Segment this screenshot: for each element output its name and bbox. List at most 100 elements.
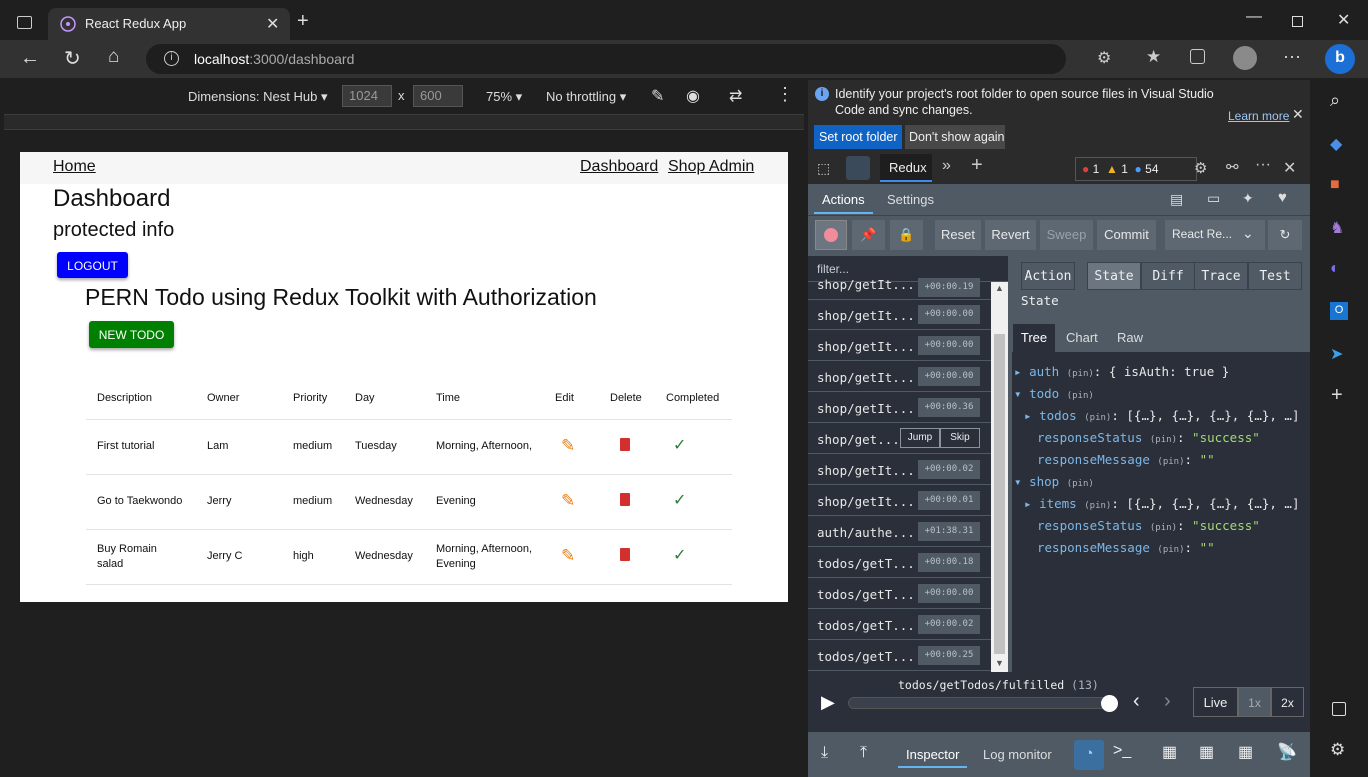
close-window-icon[interactable]: ✕ [1337, 10, 1350, 30]
add-tool-icon[interactable]: + [971, 154, 983, 177]
shopping-icon[interactable]: ◆ [1330, 134, 1342, 154]
action-row[interactable]: shop/get... Jump Skip [808, 424, 991, 454]
more-icon[interactable]: ··· [1283, 46, 1301, 67]
nav-shop-admin-link[interactable]: Shop Admin [668, 158, 754, 176]
edit-pencil-icon[interactable]: ✎ [555, 491, 575, 510]
action-list-scrollbar[interactable]: ▲ ▼ [991, 282, 1008, 672]
minimize-icon[interactable]: — [1246, 8, 1262, 26]
tree-node-todo[interactable]: ▾ todo (pin) [1014, 386, 1310, 408]
import-icon[interactable]: ⤓ [821, 744, 828, 762]
tree-node-shop-message[interactable]: responseMessage (pin): "" [1014, 540, 1310, 562]
grid-bottom-icon[interactable]: ▦ [1238, 742, 1253, 762]
tab-settings[interactable]: Settings [887, 192, 934, 207]
nav-home-link[interactable]: Home [53, 158, 96, 176]
commit-button[interactable]: Commit [1097, 220, 1156, 250]
action-row[interactable]: shop/getIt... +00:00.36 [808, 393, 991, 423]
expand-arrow-icon[interactable]: ▸ [1014, 364, 1022, 379]
site-info-icon[interactable]: i [164, 51, 179, 66]
expand-arrow-icon[interactable]: ▸ [1024, 408, 1032, 423]
tab-chart[interactable]: Chart [1066, 330, 1098, 345]
action-row[interactable]: shop/getIt... +00:00.00 [808, 300, 991, 330]
tab-actions[interactable]: Actions [814, 184, 873, 214]
speed-live-button[interactable]: Live [1193, 687, 1238, 717]
reset-button[interactable]: Reset [935, 220, 981, 250]
time-slider[interactable] [848, 697, 1113, 709]
zoom-select[interactable]: 75% ▾ [486, 89, 522, 105]
view-tab-diff[interactable]: Diff [1141, 262, 1195, 290]
dont-show-again-button[interactable]: Don't show again [905, 125, 1005, 149]
tab-inspector[interactable]: Inspector [898, 734, 968, 768]
skip-button[interactable]: Skip [940, 428, 980, 448]
lock-button[interactable]: 🔒 [890, 220, 923, 250]
tree-node-todos[interactable]: ▸ todos (pin): [{…}, {…}, {…}, {…}, …] [1014, 408, 1310, 430]
completed-check-icon[interactable]: ✓ [666, 437, 686, 454]
media-query-ruler[interactable] [4, 114, 804, 130]
action-row[interactable]: shop/getIt... +00:00.01 [808, 486, 991, 516]
completed-check-icon[interactable]: ✓ [666, 547, 686, 564]
profile-avatar[interactable] [1233, 46, 1257, 70]
speed-2x-button[interactable]: 2x [1271, 687, 1304, 717]
tab-actions-icon[interactable] [17, 16, 32, 29]
tree-node-shop-status[interactable]: responseStatus (pin): "success" [1014, 518, 1310, 540]
drop-icon[interactable]: ➤ [1330, 344, 1343, 364]
hide-sidebar-icon[interactable] [1332, 702, 1346, 716]
pin-label[interactable]: (pin) [1084, 501, 1111, 511]
action-row[interactable]: todos/getT... +00:00.25 [808, 641, 991, 671]
action-row[interactable]: shop/getIt... +00:00.02 [808, 455, 991, 485]
grid-left-icon[interactable]: ▦ [1162, 742, 1177, 762]
action-row[interactable]: todos/getT... +00:00.02 [808, 610, 991, 640]
rotate-icon[interactable]: ⇄ [729, 86, 742, 106]
refresh-icon[interactable]: ↻ [64, 46, 81, 71]
more-tabs-icon[interactable]: » [942, 157, 951, 175]
remote-icon[interactable]: 📡 [1277, 742, 1297, 762]
pin-label[interactable]: (pin) [1150, 435, 1177, 445]
pin-label[interactable]: (pin) [1157, 545, 1184, 555]
browser-tab[interactable]: React Redux App ✕ [48, 8, 290, 40]
tree-node-shop[interactable]: ▾ shop (pin) [1014, 474, 1310, 496]
inspect-element-icon[interactable]: ⬚ [817, 160, 830, 177]
tab-raw[interactable]: Raw [1117, 330, 1143, 345]
add-sidebar-icon[interactable]: + [1331, 384, 1343, 407]
home-icon[interactable]: ⌂ [108, 46, 119, 68]
extensions-icon[interactable]: ⚙ [1097, 48, 1111, 68]
width-input[interactable]: 1024 [342, 85, 392, 107]
nav-dashboard-link[interactable]: Dashboard [580, 158, 658, 176]
collections-icon[interactable] [1190, 49, 1205, 64]
address-bar[interactable]: i localhost:3000/dashboard [146, 44, 1066, 74]
previous-icon[interactable]: ‹ [1133, 690, 1140, 713]
sidebar-settings-icon[interactable]: ⚙ [1330, 740, 1345, 760]
scroll-thumb[interactable] [994, 334, 1005, 654]
twitter-icon[interactable]: ✦ [1242, 190, 1254, 207]
dimensions-select[interactable]: Dimensions: Nest Hub ▾ [188, 89, 327, 105]
edit-pencil-icon[interactable]: ✎ [555, 436, 575, 455]
new-tab-icon[interactable]: + [297, 10, 309, 33]
throttling-select[interactable]: No throttling ▾ [546, 89, 626, 105]
action-row[interactable]: shop/getIt... +00:00.00 [808, 331, 991, 361]
play-icon[interactable]: ▶ [821, 692, 835, 713]
new-todo-button[interactable]: NEW TODO [89, 321, 174, 348]
view-tab-test[interactable]: Test [1248, 262, 1302, 290]
learn-more-link[interactable]: Learn more [1228, 109, 1289, 123]
pin-button[interactable]: 📌 [852, 220, 885, 250]
record-button[interactable] [815, 220, 847, 250]
tree-node-items[interactable]: ▸ items (pin): [{…}, {…}, {…}, {…}, …] [1014, 496, 1310, 518]
chat-icon[interactable]: ▭ [1207, 190, 1220, 207]
device-emulation-icon[interactable] [846, 156, 870, 180]
sync-button[interactable]: ↻ [1268, 220, 1302, 250]
console-icon[interactable]: >_ [1113, 742, 1131, 760]
infobar-close-icon[interactable]: ✕ [1292, 106, 1304, 123]
view-tab-state[interactable]: State [1087, 262, 1141, 290]
heart-icon[interactable]: ♥ [1278, 189, 1287, 206]
action-row[interactable]: shop/getIt... +00:00.00 [808, 362, 991, 392]
maximize-icon[interactable] [1292, 16, 1303, 27]
action-row[interactable]: todos/getT... +00:00.18 [808, 548, 991, 578]
customize-icon[interactable]: ⚯ [1226, 158, 1239, 176]
vision-icon[interactable]: ◉ [686, 86, 700, 106]
jump-button[interactable]: Jump [900, 428, 940, 448]
devtools-settings-icon[interactable]: ⚙ [1194, 159, 1207, 177]
sweep-button[interactable]: Sweep [1040, 220, 1093, 250]
devtools-more-icon[interactable]: ··· [1255, 156, 1271, 174]
pin-label[interactable]: (pin) [1084, 413, 1111, 423]
view-tab-trace[interactable]: Trace [1194, 262, 1248, 290]
completed-check-icon[interactable]: ✓ [666, 492, 686, 509]
